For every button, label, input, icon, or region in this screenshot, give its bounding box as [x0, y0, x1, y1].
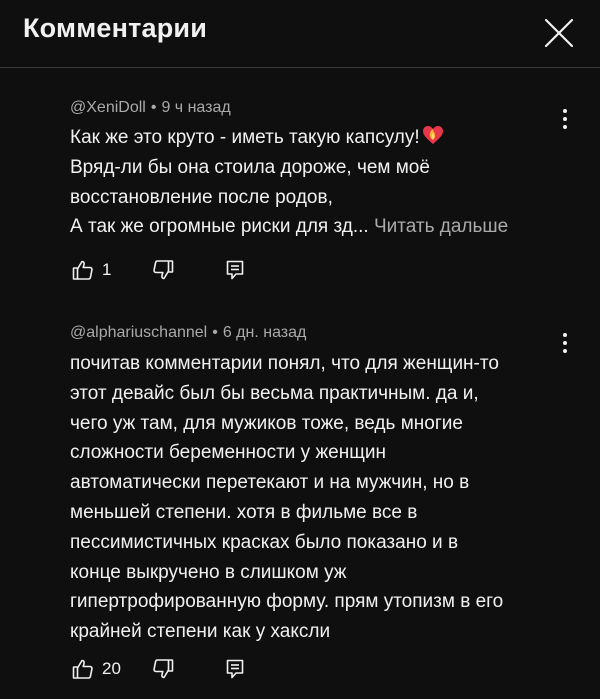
comment-text: Как же это круто - иметь такую капсулу! …: [70, 123, 570, 242]
read-more-link[interactable]: Читать дальше: [374, 216, 508, 237]
thumbs-down-icon: [153, 659, 174, 679]
comment-line: меньшей степени. хотя в фильме все в: [70, 501, 418, 523]
thumbs-up-icon: [72, 260, 93, 280]
like-button[interactable]: 20: [72, 658, 121, 680]
comment-text: почитав комментарии понял, что для женщи…: [70, 349, 570, 647]
comment-line: автоматически перетекают и на мужчин, но…: [70, 472, 470, 494]
comment-meta: @alphariuschannel • 6 дн. назад: [70, 324, 306, 342]
burning-heart-icon: [422, 124, 444, 146]
comment-line: крайней степени как у хаксли: [70, 621, 331, 643]
comment-line: Как же это круто - иметь такую капсулу!: [70, 127, 420, 148]
comment-line: чего уж там, для мужиков тоже, ведь мног…: [70, 412, 463, 434]
reply-comment-icon: [226, 659, 244, 679]
comment-line: конце выкручено в слишком уж: [70, 561, 347, 583]
comment-time: 6 дн. назад: [222, 324, 307, 341]
comment-actions: 20: [0, 656, 600, 686]
comment-actions: 1: [0, 257, 600, 287]
thumbs-down-icon: [153, 260, 174, 280]
comment-meta: @XeniDoll • 9 ч назад: [70, 99, 231, 117]
close-button[interactable]: [543, 17, 575, 49]
comment-line: А так же огромные риски для зд...: [70, 216, 369, 238]
comment-line: сложности беременности у женщин: [70, 442, 386, 464]
comments-header: Комментарии: [0, 0, 600, 68]
comment-line: пессимистичных красках было показано и в: [70, 531, 459, 553]
comment-line: почитав комментарии понял, что для женщи…: [70, 353, 499, 374]
like-count: 20: [102, 659, 121, 678]
reply-button[interactable]: [226, 659, 244, 679]
panel-title: Комментарии: [23, 13, 208, 43]
dislike-button[interactable]: [152, 259, 174, 281]
thumbs-up-icon: [72, 659, 93, 679]
reply-button[interactable]: [226, 260, 244, 280]
dislike-button[interactable]: [152, 658, 174, 680]
comment-line: этот девайс был бы весьма практичным. да…: [70, 382, 479, 404]
like-button[interactable]: 1: [72, 259, 111, 281]
comment-line: Вряд-ли бы она стоила дороже, чем моё: [70, 156, 430, 178]
comment-line: восстановление после родов,: [70, 186, 333, 208]
comment-time: 9 ч назад: [161, 99, 231, 116]
comment-line: гипертрофированную форму. прям утопизм в…: [70, 591, 504, 613]
like-count: 1: [102, 260, 112, 279]
close-icon: [544, 18, 574, 48]
comment-author[interactable]: @XeniDoll: [70, 99, 146, 116]
meta-separator: •: [150, 99, 157, 116]
meta-separator: •: [212, 324, 218, 341]
comment-author[interactable]: @alphariuschannel: [70, 324, 207, 341]
reply-comment-icon: [226, 260, 244, 280]
